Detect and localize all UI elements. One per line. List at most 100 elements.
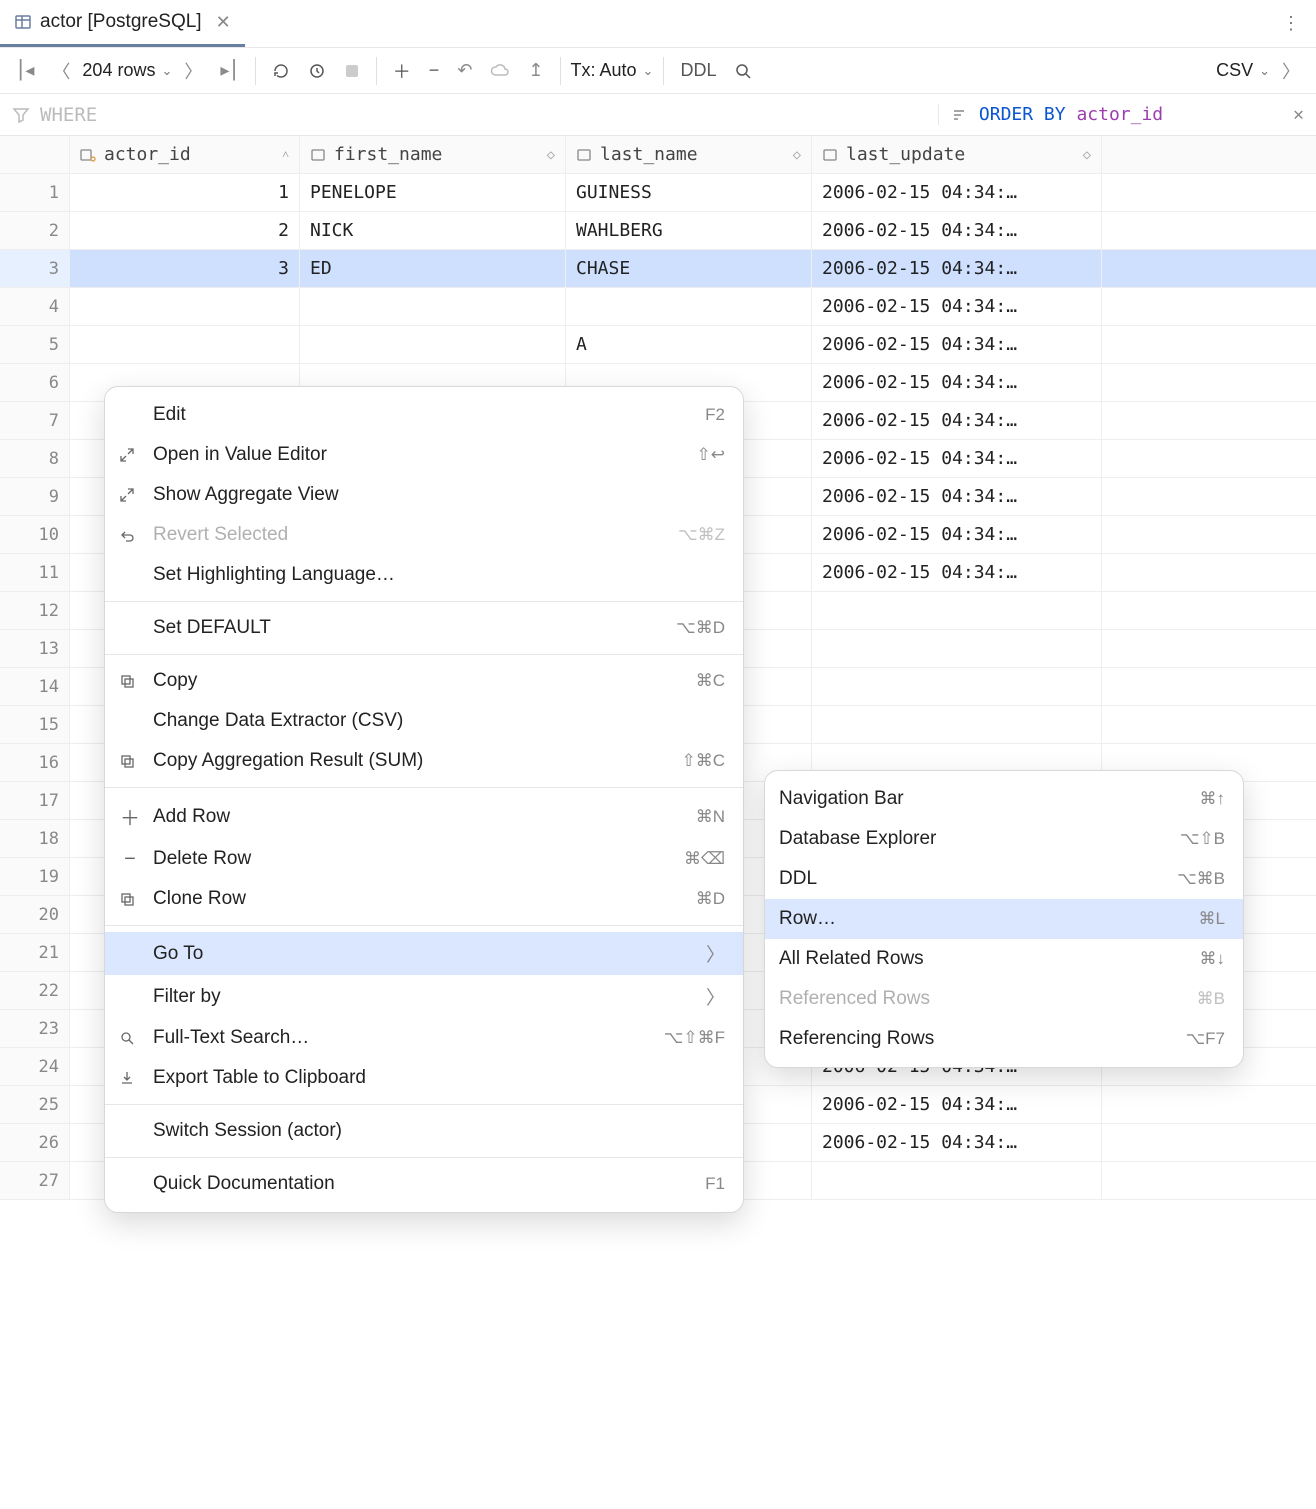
row-count-dropdown[interactable]: 204 rows ⌄ <box>82 60 172 81</box>
column-header-first-name[interactable]: first_name ◇ <box>300 136 566 173</box>
cell-first-name[interactable]: NICK <box>300 212 566 249</box>
first-page-icon[interactable]: ⎮◂ <box>10 56 40 85</box>
menu-shortcut: ⌘C <box>696 671 725 691</box>
stop-icon[interactable] <box>338 59 366 83</box>
menu-item-edit[interactable]: EditF2 <box>105 395 743 435</box>
cell-last-update[interactable]: 2006-02-15 04:34:… <box>812 174 1102 211</box>
column-header-last-update[interactable]: last_update ◇ <box>812 136 1102 173</box>
cell-last-name[interactable]: WAHLBERG <box>566 212 812 249</box>
menu-item-go-to[interactable]: Go To〉 <box>105 932 743 975</box>
add-row-icon[interactable]: ＋ <box>387 54 417 88</box>
cell-last-update[interactable] <box>812 630 1102 667</box>
menu-item-set-highlighting-language[interactable]: Set Highlighting Language… <box>105 555 743 595</box>
close-icon[interactable]: ✕ <box>216 12 231 33</box>
menu-item-full-text-search[interactable]: Full-Text Search…⌥⇧⌘F <box>105 1018 743 1058</box>
menu-item-add-row[interactable]: ＋Add Row⌘N <box>105 794 743 839</box>
rollback-icon[interactable]: ↶ <box>451 56 478 85</box>
search-icon[interactable] <box>728 58 758 84</box>
submenu-item-all-related-rows[interactable]: All Related Rows⌘↓ <box>765 939 1243 979</box>
menu-item-export-table-to-clipboard[interactable]: Export Table to Clipboard <box>105 1058 743 1098</box>
cell-last-update[interactable]: 2006-02-15 04:34:… <box>812 516 1102 553</box>
remove-row-icon[interactable]: − <box>423 56 446 85</box>
submenu-item-referencing-rows[interactable]: Referencing Rows⌥F7 <box>765 1019 1243 1059</box>
cell-last-update[interactable]: 2006-02-15 04:34:… <box>812 288 1102 325</box>
cell-last-name[interactable]: GUINESS <box>566 174 812 211</box>
sort-icon[interactable] <box>951 106 969 124</box>
cell-last-name[interactable]: CHASE <box>566 250 812 287</box>
menu-item-clone-row[interactable]: Clone Row⌘D <box>105 879 743 919</box>
menu-label: Delete Row <box>153 848 672 870</box>
menu-item-switch-session-actor[interactable]: Switch Session (actor) <box>105 1111 743 1151</box>
cell-last-update[interactable] <box>812 668 1102 705</box>
cell-last-update[interactable]: 2006-02-15 04:34:… <box>812 212 1102 249</box>
context-menu: EditF2Open in Value Editor⇧↩ Show Aggrega… <box>104 386 744 1213</box>
menu-item-filter-by[interactable]: Filter by〉 <box>105 975 743 1018</box>
menu-item-open-in-value-editor[interactable]: Open in Value Editor⇧↩ <box>105 435 743 475</box>
menu-item-quick-documentation[interactable]: Quick DocumentationF1 <box>105 1164 743 1204</box>
prev-page-icon[interactable]: 〈 <box>46 54 76 88</box>
cell-last-update[interactable]: 2006-02-15 04:34:… <box>812 554 1102 591</box>
export-format-dropdown[interactable]: CSV ⌄ <box>1216 60 1270 81</box>
cell-last-name[interactable]: A <box>566 326 812 363</box>
column-label: first_name <box>334 144 442 165</box>
cell-first-name[interactable]: ED <box>300 250 566 287</box>
cell-last-name[interactable] <box>566 288 812 325</box>
cell-actor-id[interactable] <box>70 288 300 325</box>
menu-item-delete-row[interactable]: −Delete Row⌘⌫ <box>105 839 743 879</box>
commit-cloud-icon[interactable] <box>484 59 516 83</box>
tx-mode-dropdown[interactable]: Tx: Auto ⌄ <box>571 60 654 81</box>
menu-item-change-data-extractor-csv[interactable]: Change Data Extractor (CSV) <box>105 701 743 741</box>
cell-actor-id[interactable]: 3 <box>70 250 300 287</box>
tab-overflow-icon[interactable]: ⋮ <box>1266 13 1316 34</box>
cell-last-update[interactable]: 2006-02-15 04:34:… <box>812 1086 1102 1123</box>
next-page-icon[interactable]: 〉 <box>178 54 208 88</box>
cell-last-update[interactable]: 2006-02-15 04:34:… <box>812 478 1102 515</box>
filter-icon[interactable] <box>12 106 30 124</box>
menu-item-set-default[interactable]: Set DEFAULT⌥⌘D <box>105 608 743 648</box>
cell-last-update[interactable]: 2006-02-15 04:34:… <box>812 326 1102 363</box>
table-row[interactable]: 33EDCHASE2006-02-15 04:34:… <box>0 250 1316 288</box>
clear-order-icon[interactable]: ✕ <box>1293 104 1304 125</box>
table-row[interactable]: 5A2006-02-15 04:34:… <box>0 326 1316 364</box>
tab-actor[interactable]: actor [PostgreSQL] ✕ <box>0 0 245 47</box>
last-page-icon[interactable]: ▸⎮ <box>214 56 244 85</box>
table-row[interactable]: 11PENELOPEGUINESS2006-02-15 04:34:… <box>0 174 1316 212</box>
cell-actor-id[interactable] <box>70 326 300 363</box>
menu-item-show-aggregate-view[interactable]: Show Aggregate View <box>105 475 743 515</box>
history-icon[interactable] <box>302 58 332 84</box>
column-header-actor-id[interactable]: actor_id ˄ <box>70 136 300 173</box>
menu-item-copy[interactable]: Copy⌘C <box>105 661 743 701</box>
cell-last-update[interactable]: 2006-02-15 04:34:… <box>812 250 1102 287</box>
row-number: 14 <box>0 668 70 705</box>
cell-last-update[interactable]: 2006-02-15 04:34:… <box>812 1124 1102 1161</box>
cell-last-update[interactable] <box>812 1162 1102 1199</box>
cell-actor-id[interactable]: 1 <box>70 174 300 211</box>
menu-item-copy-aggregation-result-sum[interactable]: Copy Aggregation Result (SUM)⇧⌘C <box>105 741 743 781</box>
column-menu-icon[interactable]: ◇ <box>1083 147 1091 163</box>
submenu-item-row[interactable]: Row…⌘L <box>765 899 1243 939</box>
ddl-button[interactable]: DDL <box>674 60 722 81</box>
menu-label: Show Aggregate View <box>153 484 713 506</box>
table-row[interactable]: 42006-02-15 04:34:… <box>0 288 1316 326</box>
more-icon[interactable]: 〉 <box>1276 54 1306 88</box>
cell-last-update[interactable] <box>812 592 1102 629</box>
submit-icon[interactable]: ↥ <box>522 56 549 85</box>
cell-first-name[interactable] <box>300 288 566 325</box>
column-menu-icon[interactable]: ◇ <box>547 147 555 163</box>
column-header-last-name[interactable]: last_name ◇ <box>566 136 812 173</box>
cell-last-update[interactable]: 2006-02-15 04:34:… <box>812 402 1102 439</box>
submenu-item-navigation-bar[interactable]: Navigation Bar⌘↑ <box>765 779 1243 819</box>
cell-first-name[interactable] <box>300 326 566 363</box>
reload-icon[interactable] <box>266 58 296 84</box>
submenu-item-database-explorer[interactable]: Database Explorer⌥⇧B <box>765 819 1243 859</box>
table-row[interactable]: 22NICKWAHLBERG2006-02-15 04:34:… <box>0 212 1316 250</box>
cell-last-update[interactable]: 2006-02-15 04:34:… <box>812 440 1102 477</box>
cell-first-name[interactable]: PENELOPE <box>300 174 566 211</box>
submenu-item-ddl[interactable]: DDL⌥⌘B <box>765 859 1243 899</box>
column-menu-icon[interactable]: ◇ <box>793 147 801 163</box>
cell-last-update[interactable]: 2006-02-15 04:34:… <box>812 364 1102 401</box>
cell-actor-id[interactable]: 2 <box>70 212 300 249</box>
where-input[interactable]: WHERE <box>40 104 97 126</box>
menu-shortcut: F1 <box>705 1174 725 1194</box>
cell-last-update[interactable] <box>812 706 1102 743</box>
